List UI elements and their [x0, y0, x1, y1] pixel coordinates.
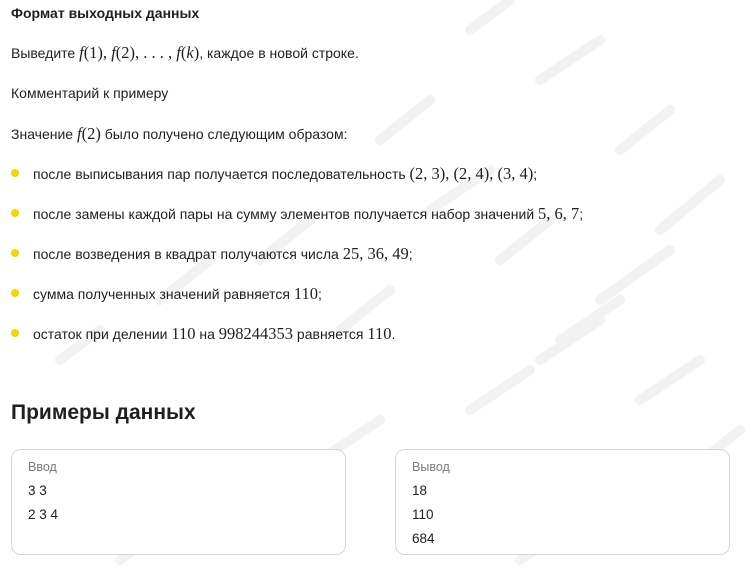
output-format-text: Выведите f(1), f(2), . . . , f(k), каждо… — [11, 43, 359, 63]
input-line: 2 3 4 — [28, 507, 59, 522]
list-item-math: 5, 6, 7 — [538, 204, 580, 223]
list-item-math: 110 — [293, 284, 318, 303]
list-item-math: 110 — [171, 324, 196, 343]
list-item-text-end: . — [391, 326, 396, 342]
input-example-box[interactable]: Ввод 3 3 2 3 4 — [11, 449, 346, 555]
output-example-box[interactable]: Вывод 18 110 684 — [395, 449, 730, 555]
list-item-text-end: ; — [317, 286, 322, 302]
list-item-text: остаток при делении — [33, 326, 172, 342]
list-item-text: после выписывания пар получается последо… — [33, 166, 410, 182]
list-item: после выписывания пар получается последо… — [11, 164, 537, 184]
comment-value-math: f(2) — [76, 124, 101, 143]
bullet-dot-icon — [11, 249, 19, 258]
bullet-dot-icon — [11, 209, 19, 218]
bullet-dot-icon — [11, 289, 19, 298]
list-item: после замены каждой пары на сумму элемен… — [11, 204, 583, 224]
output-format-heading: Формат выходных данных — [11, 5, 200, 21]
output-line: 110 — [412, 507, 434, 522]
list-item-text-end: ; — [408, 246, 413, 262]
comment-value-text: Значение f(2) было получено следующим об… — [11, 124, 347, 144]
list-item-text-end: ; — [533, 166, 538, 182]
output-line: 684 — [412, 531, 435, 546]
comment-heading: Комментарий к примеру — [11, 85, 169, 101]
list-item-math: 25, 36, 49 — [342, 244, 409, 263]
output-label: Вывод — [412, 460, 450, 474]
list-item-text: после замены каждой пары на сумму элемен… — [33, 206, 539, 222]
list-item-math-2: 998244353 — [218, 324, 294, 343]
output-format-math: f(1), f(2), . . . , f(k) — [79, 43, 200, 62]
bullet-dot-icon — [11, 169, 19, 178]
list-item: после возведения в квадрат получаются чи… — [11, 244, 413, 264]
list-item: остаток при делении 110 на 998244353 рав… — [11, 324, 395, 344]
output-format-suffix: , каждое в новой строке. — [199, 45, 359, 61]
list-item: сумма полученных значений равняется 110; — [11, 284, 322, 304]
list-item-text: после возведения в квадрат получаются чи… — [33, 246, 343, 262]
list-item-math: (2, 3), (2, 4), (3, 4) — [409, 164, 534, 183]
list-item-text-mid: на — [195, 326, 219, 342]
input-label: Ввод — [28, 460, 57, 474]
output-line: 18 — [412, 483, 428, 498]
comment-value-prefix: Значение — [11, 126, 77, 142]
list-item-math-3: 110 — [367, 324, 392, 343]
comment-value-suffix: было получено следующим образом: — [100, 126, 348, 142]
list-item-text: сумма полученных значений равняется — [33, 286, 294, 302]
examples-title: Примеры данных — [11, 401, 196, 424]
bullet-dot-icon — [11, 329, 19, 338]
output-format-prefix: Выведите — [11, 45, 80, 61]
list-item-text-mid-2: равняется — [293, 326, 368, 342]
input-line: 3 3 — [28, 483, 47, 498]
list-item-text-end: ; — [579, 206, 584, 222]
